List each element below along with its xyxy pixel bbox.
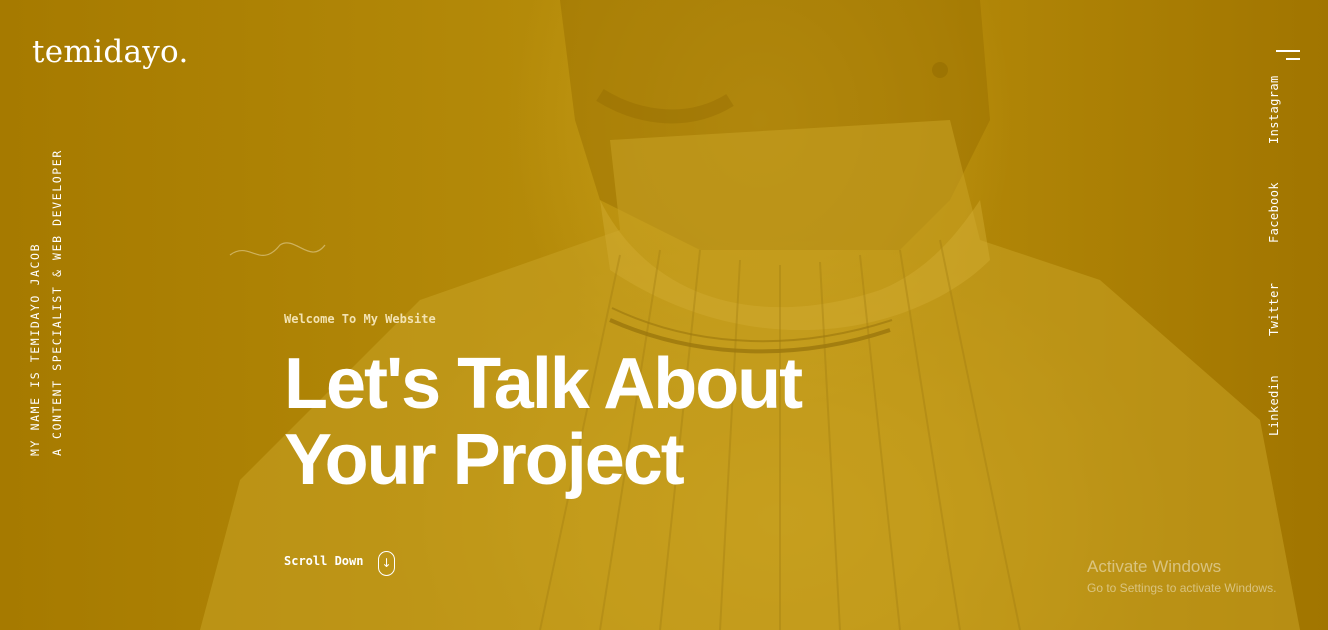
hamburger-menu-icon[interactable] <box>1272 48 1300 66</box>
intro-role-text: A CONTENT SPECIALIST & WEB DEVELOPER <box>50 149 64 456</box>
windows-activation-watermark: Activate Windows Go to Settings to activ… <box>1087 557 1276 595</box>
site-logo[interactable]: temidayo. <box>32 34 189 70</box>
arrow-down-icon[interactable]: ↓ <box>378 551 395 576</box>
social-link-facebook[interactable]: Facebook <box>1267 182 1281 243</box>
hero-headline-line1: Let's Talk About <box>284 344 803 424</box>
hero-headline: Let's Talk About Your Project <box>284 344 803 500</box>
hero-headline-line2: Your Project <box>284 420 685 500</box>
welcome-text: Welcome To My Website <box>284 312 436 326</box>
social-link-linkedin[interactable]: Linkedin <box>1267 375 1281 436</box>
scroll-down-label[interactable]: Scroll Down <box>284 554 363 568</box>
watermark-subtitle: Go to Settings to activate Windows. <box>1087 581 1277 595</box>
menu-line-top <box>1276 50 1300 52</box>
social-link-twitter[interactable]: Twitter <box>1267 283 1281 336</box>
menu-line-bottom <box>1286 58 1300 60</box>
watermark-title: Activate Windows <box>1087 557 1222 576</box>
social-link-instagram[interactable]: Instagram <box>1267 75 1281 144</box>
intro-name-text: MY NAME IS TEMIDAYO JACOB <box>28 242 42 456</box>
portrait-photo <box>200 0 1300 630</box>
